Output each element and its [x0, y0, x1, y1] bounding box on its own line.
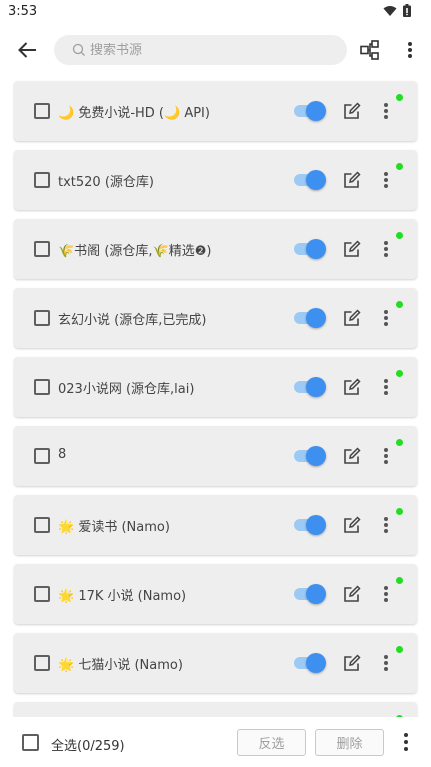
more-vert-icon [384, 103, 388, 107]
more-vert-icon [384, 172, 388, 176]
edit-icon[interactable] [342, 377, 362, 397]
status-dot [396, 508, 403, 515]
status-icons [383, 4, 411, 17]
search-input[interactable] [90, 42, 320, 58]
row-more-button[interactable] [378, 377, 394, 397]
row-more-button[interactable] [378, 239, 394, 259]
select-all-label[interactable]: 全选(0/259) [51, 735, 125, 754]
source-name: 🌙 免费小说-HD (🌙 API) [58, 106, 210, 121]
enable-switch[interactable] [294, 445, 326, 467]
edit-icon[interactable] [342, 446, 362, 466]
edit-icon[interactable] [342, 170, 362, 190]
row-checkbox[interactable] [34, 172, 50, 188]
source-name: 8 [58, 447, 67, 462]
invert-selection-button[interactable]: 反选 [237, 729, 306, 756]
source-name: 玄幻小说 (源仓库,已完成) [58, 313, 207, 328]
more-vert-icon [384, 379, 388, 383]
source-row[interactable]: 8 [14, 426, 417, 486]
row-more-button[interactable] [378, 101, 394, 121]
row-checkbox[interactable] [34, 655, 50, 671]
more-vert-icon [384, 310, 388, 314]
row-more-button[interactable] [378, 308, 394, 328]
source-row[interactable]: 🌟 17K 小说 (Namo) [14, 564, 417, 624]
source-row[interactable]: 🌙 免费小说-HD (🌙 API) [14, 81, 417, 141]
back-button[interactable] [12, 36, 42, 64]
source-row[interactable]: 玄幻小说 (源仓库,已完成) [14, 288, 417, 348]
search-box[interactable] [54, 35, 347, 65]
select-all-checkbox[interactable] [22, 734, 39, 751]
more-vert-icon [384, 517, 388, 521]
source-name: 023小说网 (源仓库,lai) [58, 382, 195, 397]
status-dot [396, 94, 403, 101]
edit-icon[interactable] [342, 584, 362, 604]
source-row[interactable]: 023小说网 (源仓库,lai) [14, 357, 417, 417]
more-vert-icon [384, 586, 388, 590]
source-row[interactable]: txt520 (源仓库) [14, 150, 417, 210]
battery-icon [403, 4, 411, 17]
source-name: 🌟 17K 小说 (Namo) [58, 589, 187, 604]
source-name: 🌟 爱读书 (Namo) [58, 520, 170, 535]
wifi-icon [383, 5, 397, 16]
status-dot [396, 577, 403, 584]
row-checkbox[interactable] [34, 103, 50, 119]
row-checkbox[interactable] [34, 586, 50, 602]
more-options-button[interactable] [398, 38, 422, 62]
edit-icon[interactable] [342, 239, 362, 259]
status-dot [396, 439, 403, 446]
edit-icon[interactable] [342, 515, 362, 535]
more-vert-icon [384, 241, 388, 245]
enable-switch[interactable] [294, 100, 326, 122]
delete-button[interactable]: 删除 [315, 729, 384, 756]
row-checkbox[interactable] [34, 241, 50, 257]
status-dot [396, 232, 403, 239]
group-tree-button[interactable] [358, 38, 382, 62]
source-row[interactable]: 🌟 爱读书 (Namo) [14, 495, 417, 555]
source-row[interactable]: 🌾书阁 (源仓库,🌾精选❷) [14, 219, 417, 279]
status-dot [396, 163, 403, 170]
row-checkbox[interactable] [34, 448, 50, 464]
status-dot [396, 370, 403, 377]
back-arrow-icon [18, 42, 36, 58]
row-more-button[interactable] [378, 653, 394, 673]
edit-icon[interactable] [342, 101, 362, 121]
bottom-more-button[interactable] [398, 731, 414, 753]
row-checkbox[interactable] [34, 310, 50, 326]
enable-switch[interactable] [294, 238, 326, 260]
row-more-button[interactable] [378, 170, 394, 190]
source-name: 🌾书阁 (源仓库,🌾精选❷) [58, 244, 212, 259]
more-vert-icon [404, 733, 408, 737]
row-more-button[interactable] [378, 515, 394, 535]
tree-icon [360, 40, 379, 60]
enable-switch[interactable] [294, 376, 326, 398]
more-vert-icon [384, 448, 388, 452]
status-dot [396, 301, 403, 308]
row-checkbox[interactable] [34, 379, 50, 395]
source-row[interactable]: 🌟 七猫小说 (Namo) [14, 633, 417, 693]
enable-switch[interactable] [294, 169, 326, 191]
more-vert-icon [408, 42, 412, 58]
source-name: 🌟 七猫小说 (Namo) [58, 658, 183, 673]
status-bar: 3:53 [0, 0, 431, 24]
enable-switch[interactable] [294, 583, 326, 605]
row-checkbox[interactable] [34, 517, 50, 533]
status-dot [396, 646, 403, 653]
enable-switch[interactable] [294, 652, 326, 674]
toolbar [0, 26, 431, 74]
row-more-button[interactable] [378, 584, 394, 604]
search-icon [72, 43, 85, 56]
enable-switch[interactable] [294, 514, 326, 536]
more-vert-icon [384, 655, 388, 659]
edit-icon[interactable] [342, 653, 362, 673]
edit-icon[interactable] [342, 308, 362, 328]
source-name: txt520 (源仓库) [58, 175, 154, 190]
enable-switch[interactable] [294, 307, 326, 329]
row-more-button[interactable] [378, 446, 394, 466]
status-time: 3:53 [8, 4, 38, 19]
bottom-bar: 全选(0/259) 反选 删除 [0, 717, 431, 767]
